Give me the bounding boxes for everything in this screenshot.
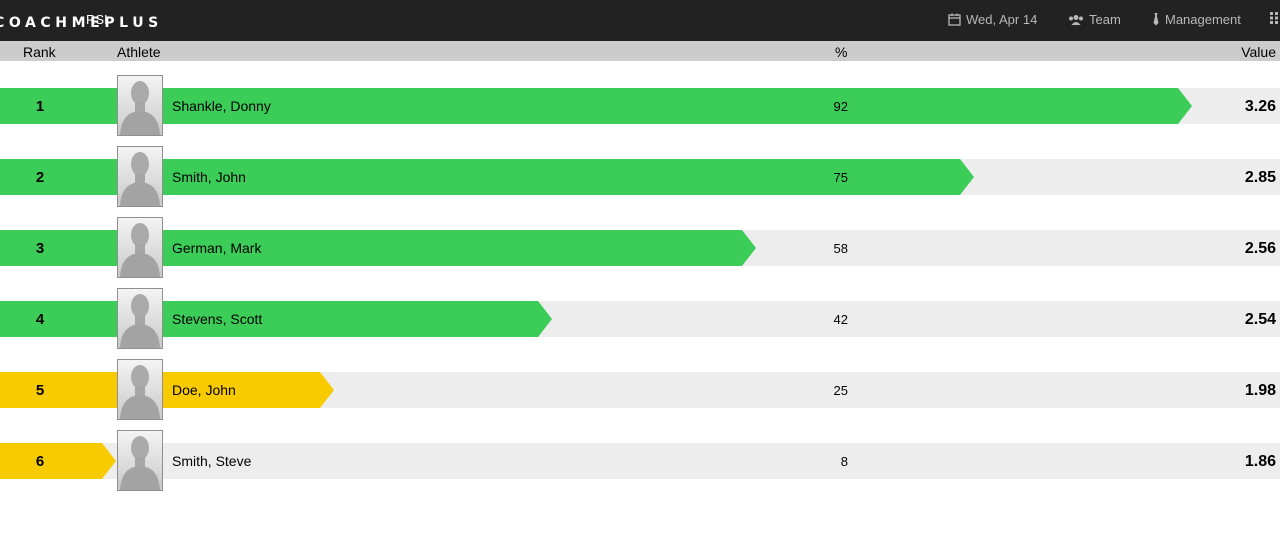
athlete-avatar[interactable] bbox=[117, 75, 163, 136]
athlete-avatar[interactable] bbox=[117, 288, 163, 349]
management-menu[interactable]: Management bbox=[1152, 12, 1241, 27]
person-silhouette-icon bbox=[120, 365, 160, 419]
athlete-value: 2.85 bbox=[1244, 169, 1276, 186]
person-silhouette-icon bbox=[120, 223, 160, 277]
progress-bar-tip bbox=[320, 372, 334, 408]
athlete-percent: 42 bbox=[833, 312, 848, 327]
progress-bar bbox=[0, 301, 538, 337]
rank-column-header[interactable]: Rank bbox=[23, 44, 56, 60]
athlete-percent: 8 bbox=[840, 454, 848, 469]
column-header: Rank Athlete % Value bbox=[0, 41, 1280, 61]
athlete-name: Stevens, Scott bbox=[172, 311, 263, 327]
person-silhouette-icon bbox=[120, 81, 160, 135]
athlete-percent: 92 bbox=[833, 99, 848, 114]
athlete-name: German, Mark bbox=[172, 240, 262, 256]
athlete-name: Smith, Steve bbox=[172, 453, 252, 469]
app-logo[interactable]: COACHMEPLUS bbox=[0, 15, 163, 31]
users-icon bbox=[1068, 14, 1084, 26]
athlete-percent: 75 bbox=[833, 170, 848, 185]
calendar-icon bbox=[948, 13, 961, 26]
athlete-rank: 6 bbox=[35, 453, 45, 470]
grid-icon bbox=[1270, 12, 1278, 24]
athlete-value: 2.56 bbox=[1244, 240, 1276, 257]
athlete-row[interactable]: 4 Stevens, Scott 42 2.54 bbox=[0, 288, 1280, 349]
date-picker[interactable]: Wed, Apr 14 bbox=[948, 12, 1037, 27]
metric-title: RSI bbox=[86, 12, 108, 27]
progress-bar-tip bbox=[1178, 88, 1192, 124]
athlete-name: Doe, John bbox=[172, 382, 236, 398]
date-label: Wed, Apr 14 bbox=[966, 12, 1038, 27]
athlete-value: 1.86 bbox=[1244, 453, 1276, 470]
person-silhouette-icon bbox=[120, 436, 160, 490]
management-label: Management bbox=[1165, 12, 1241, 27]
athlete-rank: 2 bbox=[35, 169, 45, 186]
athlete-value: 1.98 bbox=[1244, 382, 1276, 399]
athlete-avatar[interactable] bbox=[117, 430, 163, 491]
team-menu[interactable]: Team bbox=[1068, 12, 1121, 27]
athlete-percent: 58 bbox=[833, 241, 848, 256]
athlete-rank: 5 bbox=[35, 382, 45, 399]
progress-bar-tip bbox=[102, 443, 116, 479]
progress-bar-tip bbox=[538, 301, 552, 337]
athlete-avatar[interactable] bbox=[117, 146, 163, 207]
person-silhouette-icon bbox=[120, 294, 160, 348]
grid-menu[interactable] bbox=[1270, 12, 1278, 24]
athlete-name: Smith, John bbox=[172, 169, 246, 185]
athlete-value: 3.26 bbox=[1244, 98, 1276, 115]
athlete-value: 2.54 bbox=[1244, 311, 1276, 328]
athlete-percent: 25 bbox=[833, 383, 848, 398]
athlete-row[interactable]: 2 Smith, John 75 2.85 bbox=[0, 146, 1280, 207]
progress-bar-tip bbox=[960, 159, 974, 195]
top-bar: COACHMEPLUS RSI Wed, Apr 14 Team Managem… bbox=[0, 0, 1280, 41]
athlete-rank: 3 bbox=[35, 240, 45, 257]
team-label: Team bbox=[1089, 12, 1121, 27]
athlete-row[interactable]: 3 German, Mark 58 2.56 bbox=[0, 217, 1280, 278]
progress-bar-tip bbox=[742, 230, 756, 266]
athlete-avatar[interactable] bbox=[117, 217, 163, 278]
athlete-avatar[interactable] bbox=[117, 359, 163, 420]
athlete-column-header[interactable]: Athlete bbox=[117, 44, 161, 60]
value-column-header[interactable]: Value bbox=[1241, 44, 1276, 60]
athlete-row[interactable]: 6 Smith, Steve 8 1.86 bbox=[0, 430, 1280, 491]
athlete-row[interactable]: 1 Shankle, Donny 92 3.26 bbox=[0, 75, 1280, 136]
percent-column-header[interactable]: % bbox=[835, 44, 847, 60]
athlete-name: Shankle, Donny bbox=[172, 98, 271, 114]
athlete-rank: 4 bbox=[35, 311, 45, 328]
person-silhouette-icon bbox=[120, 152, 160, 206]
tie-icon bbox=[1152, 13, 1160, 26]
progress-bar bbox=[0, 230, 742, 266]
athlete-row[interactable]: 5 Doe, John 25 1.98 bbox=[0, 359, 1280, 420]
athlete-rank: 1 bbox=[35, 98, 45, 115]
